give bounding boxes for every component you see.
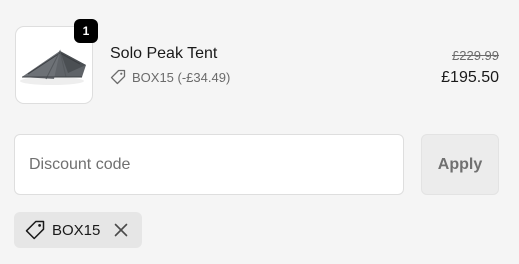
tag-icon (110, 69, 126, 85)
apply-button[interactable]: Apply (421, 134, 499, 195)
product-title: Solo Peak Tent (110, 45, 218, 62)
product-thumbnail-wrapper: 1 (15, 19, 98, 104)
order-line-item: 1 Solo Peak Tent BOX15 (-£34.49) £229.99… (15, 19, 505, 106)
applied-discount-code: BOX15 (52, 221, 101, 239)
quantity-badge: 1 (74, 19, 98, 43)
line-discount-text: BOX15 (-£34.49) (132, 69, 231, 85)
original-price: £229.99 (452, 48, 499, 63)
line-discount-note: BOX15 (-£34.49) (110, 69, 230, 85)
tag-icon (24, 219, 46, 241)
discount-code-input[interactable] (14, 134, 404, 195)
final-price: £195.50 (441, 69, 499, 86)
applied-discount-chip: BOX15 (14, 212, 143, 248)
remove-discount-button[interactable] (112, 221, 130, 239)
close-icon (115, 223, 128, 237)
